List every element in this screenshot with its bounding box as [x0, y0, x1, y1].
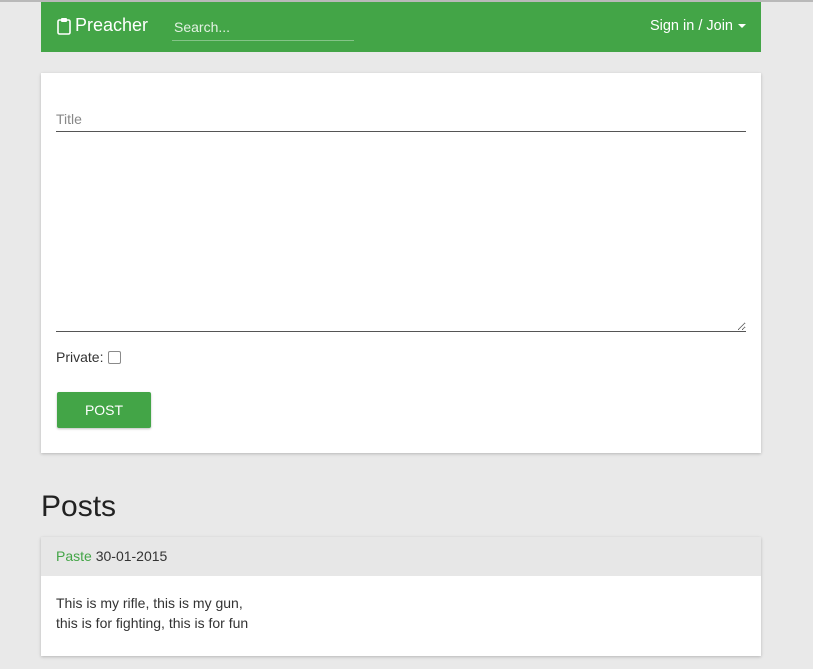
post-body: This is my rifle, this is my gun, this i… — [41, 576, 761, 633]
post-header: Paste 30-01-2015 — [41, 537, 761, 576]
new-post-form: Private: POST — [41, 73, 761, 453]
clipboard-icon — [57, 17, 73, 35]
caret-down-icon — [738, 24, 746, 28]
navbar: Preacher Sign in / Join — [41, 2, 761, 52]
post-line: This is my rifle, this is my gun, — [56, 595, 243, 611]
private-label: Private: — [56, 349, 104, 365]
search-input[interactable] — [172, 14, 354, 41]
post-item: Paste 30-01-2015 This is my rifle, this … — [41, 537, 761, 656]
brand-name: Preacher — [75, 15, 149, 35]
posts-heading: Posts — [41, 490, 117, 523]
post-button[interactable]: POST — [57, 392, 151, 428]
private-checkbox[interactable] — [108, 350, 122, 364]
body-textarea[interactable] — [56, 137, 746, 332]
post-line: this is for fighting, this is for fun — [56, 615, 249, 631]
signin-label: Sign in / Join — [649, 18, 733, 34]
post-link[interactable]: Paste — [56, 548, 92, 564]
post-date: 30-01-2015 — [95, 548, 168, 564]
private-row: Private: — [56, 349, 122, 365]
title-field[interactable] — [56, 107, 746, 132]
signin-dropdown[interactable]: Sign in / Join — [650, 18, 746, 34]
brand-logo[interactable]: Preacher — [57, 15, 148, 36]
